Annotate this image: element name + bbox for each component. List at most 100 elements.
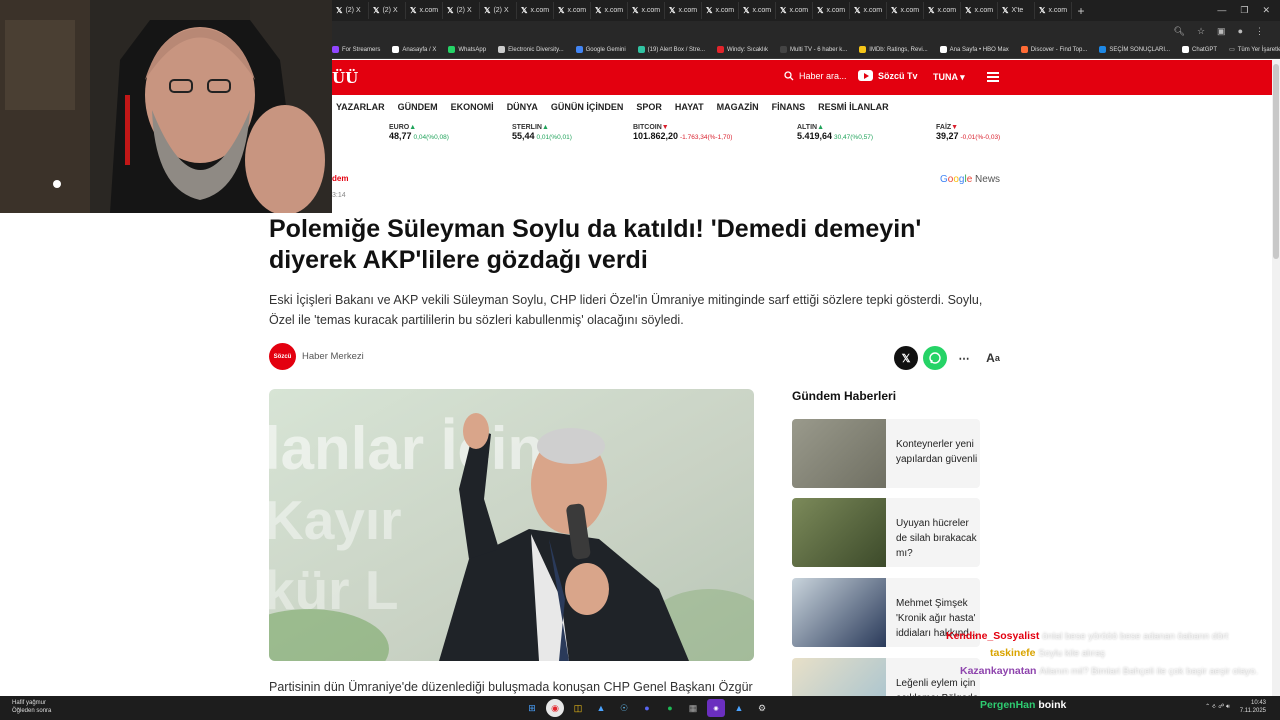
browser-tab[interactable]: 𝕏x.com — [961, 2, 998, 19]
hamburger-menu-icon[interactable] — [987, 72, 999, 82]
nav-item[interactable]: SPOR — [636, 102, 662, 112]
weather-widget[interactable]: Hafif yağmur Öğleden sonra — [12, 699, 51, 715]
bookmark-item[interactable]: (19) Alert Box / Stre... — [637, 46, 705, 53]
ticker-item[interactable]: ALTIN▲ 5.419,64 30,47(%0,57) — [797, 124, 873, 141]
browser-tab[interactable]: 𝕏 (2) X — [443, 2, 480, 19]
clock-time[interactable]: 10:43 — [1240, 699, 1266, 707]
browser-tab[interactable]: 𝕏x.com — [665, 2, 702, 19]
nav-item[interactable]: FİNANS — [772, 102, 806, 112]
app-icon-3[interactable]: ▲ — [730, 699, 748, 717]
browser-tab[interactable]: 𝕏x.com — [517, 2, 554, 19]
new-tab-icon[interactable]: + — [1072, 4, 1090, 18]
browser-tab[interactable]: 𝕏x.com — [813, 2, 850, 19]
ticker-item[interactable]: FAİZ▼ 39,27 -0,01(%-0,03) — [936, 124, 1000, 141]
author-info[interactable]: Sözcü Haber Merkezi — [269, 343, 364, 370]
ticker-change: 0,01(%0,01) — [536, 134, 572, 141]
nav-item[interactable]: HAYAT — [675, 102, 704, 112]
browser-tab[interactable]: 𝕏 X'te — [998, 2, 1035, 19]
obs-icon[interactable]: ◉ — [707, 699, 725, 717]
zoom-icon[interactable]: 🔍︎ — [1174, 26, 1185, 37]
extensions-icon[interactable]: ▣ — [1217, 26, 1226, 37]
file-explorer-icon[interactable]: ◫ — [569, 699, 587, 717]
article-body: Partisinin dün Ümraniye'de düzenlediği b… — [269, 680, 753, 694]
windows-start-icon[interactable]: ⊞ — [523, 699, 541, 717]
ticker-item[interactable]: STERLIN▲ 55,44 0,01(%0,01) — [512, 124, 572, 141]
bookmark-star-icon[interactable]: ☆ — [1197, 26, 1205, 37]
x-share-icon[interactable]: 𝕏 — [894, 346, 918, 370]
all-bookmarks-label: Tüm Yer İşaretleri — [1237, 46, 1280, 53]
settings-icon[interactable]: ⚙ — [753, 699, 771, 717]
minimize-icon[interactable]: — — [1217, 5, 1226, 16]
bookmark-item[interactable]: For Streamers — [332, 46, 380, 53]
bookmark-item[interactable]: Discover - Find Top... — [1020, 46, 1087, 53]
close-window-icon[interactable]: ✕ — [1262, 5, 1270, 16]
sozcu-tv-button[interactable]: Sözcü Tv — [858, 70, 918, 81]
discord-icon[interactable]: ● — [638, 699, 656, 717]
bookmark-label: ChatGPT — [1192, 46, 1218, 53]
browser-tab[interactable]: 𝕏 (2) X — [480, 2, 517, 19]
site-logo[interactable]: ÜÜ — [332, 69, 358, 87]
nav-item[interactable]: DÜNYA — [507, 102, 538, 112]
spotify-icon[interactable]: ● — [661, 699, 679, 717]
author-avatar: Sözcü — [269, 343, 296, 370]
browser-tab[interactable]: 𝕏x.com — [887, 2, 924, 19]
chat-line: PergenHan boink — [980, 699, 1066, 711]
google-news-button[interactable]: Google News — [940, 174, 1000, 185]
page-scrollbar-thumb[interactable] — [1273, 64, 1279, 259]
nav-item[interactable]: MAGAZİN — [717, 102, 759, 112]
profile-icon[interactable]: ● — [1238, 26, 1243, 36]
bookmark-item[interactable]: Anasayfa / X — [392, 46, 436, 53]
tray-icons[interactable]: ⌃ ⎀ ☍ 🔊︎ — [1205, 703, 1230, 711]
browser-tab[interactable]: 𝕏x.com — [406, 2, 443, 19]
clock-date[interactable]: 7.11.2025 — [1240, 707, 1266, 715]
app-icon[interactable]: ▲ — [592, 699, 610, 717]
bookmark-item[interactable]: WhatsApp — [448, 46, 486, 53]
nav-item[interactable]: GÜNÜN İÇİNDEN — [551, 102, 624, 112]
browser-tab[interactable]: 𝕏 (2) X — [369, 2, 406, 19]
bookmark-item[interactable]: Windy: Sıcaklık — [717, 46, 768, 53]
sidebar-news-item[interactable]: Konteynerler yeni yapılardan güvenli — [792, 419, 980, 488]
bookmark-item[interactable]: Ana Sayfa • HBO Max — [939, 46, 1009, 53]
sidebar-news-item[interactable]: Uyuyan hücreler de silah bırakacak mı? — [792, 498, 980, 567]
bookmark-item[interactable]: ChatGPT — [1182, 46, 1217, 53]
browser-tab[interactable]: 𝕏x.com — [591, 2, 628, 19]
svg-text:Kayır: Kayır — [269, 489, 402, 551]
all-bookmarks-folder[interactable]: ▭Tüm Yer İşaretleri — [1229, 46, 1280, 54]
nav-item[interactable]: RESMİ İLANLAR — [818, 102, 889, 112]
bookmark-favicon-icon — [859, 46, 867, 53]
bookmark-item[interactable]: IMDb: Ratings, Revi... — [859, 46, 928, 53]
search-box[interactable]: Haber ara... — [784, 71, 847, 81]
browser-tab[interactable]: 𝕏x.com — [850, 2, 887, 19]
bookmark-item[interactable]: Google Gemini — [575, 46, 626, 53]
app-icon-2[interactable]: ▦ — [684, 699, 702, 717]
bookmark-item[interactable]: Multi TV - 6 haber k... — [780, 46, 847, 53]
breadcrumb-category[interactable]: dem — [332, 174, 348, 183]
browser-tab[interactable]: 𝕏x.com — [702, 2, 739, 19]
author-name: Haber Merkezi — [302, 351, 364, 362]
browser-tab[interactable]: 𝕏x.com — [554, 2, 591, 19]
user-menu[interactable]: TUNA ▾ — [933, 72, 965, 83]
chrome-icon[interactable]: ◉ — [546, 699, 564, 717]
nav-item[interactable]: EKONOMİ — [451, 102, 494, 112]
browser-tab[interactable]: 𝕏x.com — [1035, 2, 1072, 19]
bookmark-item[interactable]: Electronic Diversity... — [498, 46, 564, 53]
menu-icon[interactable]: ⋮ — [1255, 26, 1264, 37]
ticker-item[interactable]: EURO▲ 48,77 0,04(%0,08) — [389, 124, 449, 141]
browser-tab[interactable]: 𝕏x.com — [924, 2, 961, 19]
whatsapp-share-icon[interactable] — [923, 346, 947, 370]
maximize-icon[interactable]: ❐ — [1240, 5, 1248, 16]
font-size-icon[interactable]: Aa — [981, 346, 1005, 370]
nav-item[interactable]: GÜNDEM — [398, 102, 438, 112]
steam-icon[interactable]: ☉ — [615, 699, 633, 717]
browser-tab[interactable]: 𝕏 (2) X — [332, 2, 369, 19]
nav-item[interactable]: YAZARLAR — [336, 102, 385, 112]
ticker-item[interactable]: BITCOIN▼ 101.862,20 -1.763,34(%-1,70) — [633, 124, 732, 141]
browser-tab-label: x.com — [789, 7, 809, 14]
bookmark-favicon-icon — [1099, 46, 1107, 53]
browser-tab[interactable]: 𝕏x.com — [776, 2, 813, 19]
bookmark-item[interactable]: SEÇİM SONUÇLARI... — [1099, 46, 1170, 53]
browser-tab[interactable]: 𝕏x.com — [628, 2, 665, 19]
browser-tab[interactable]: 𝕏x.com — [739, 2, 776, 19]
x-icon: 𝕏 — [373, 6, 380, 15]
more-options-icon[interactable]: ⋯ — [952, 346, 976, 370]
